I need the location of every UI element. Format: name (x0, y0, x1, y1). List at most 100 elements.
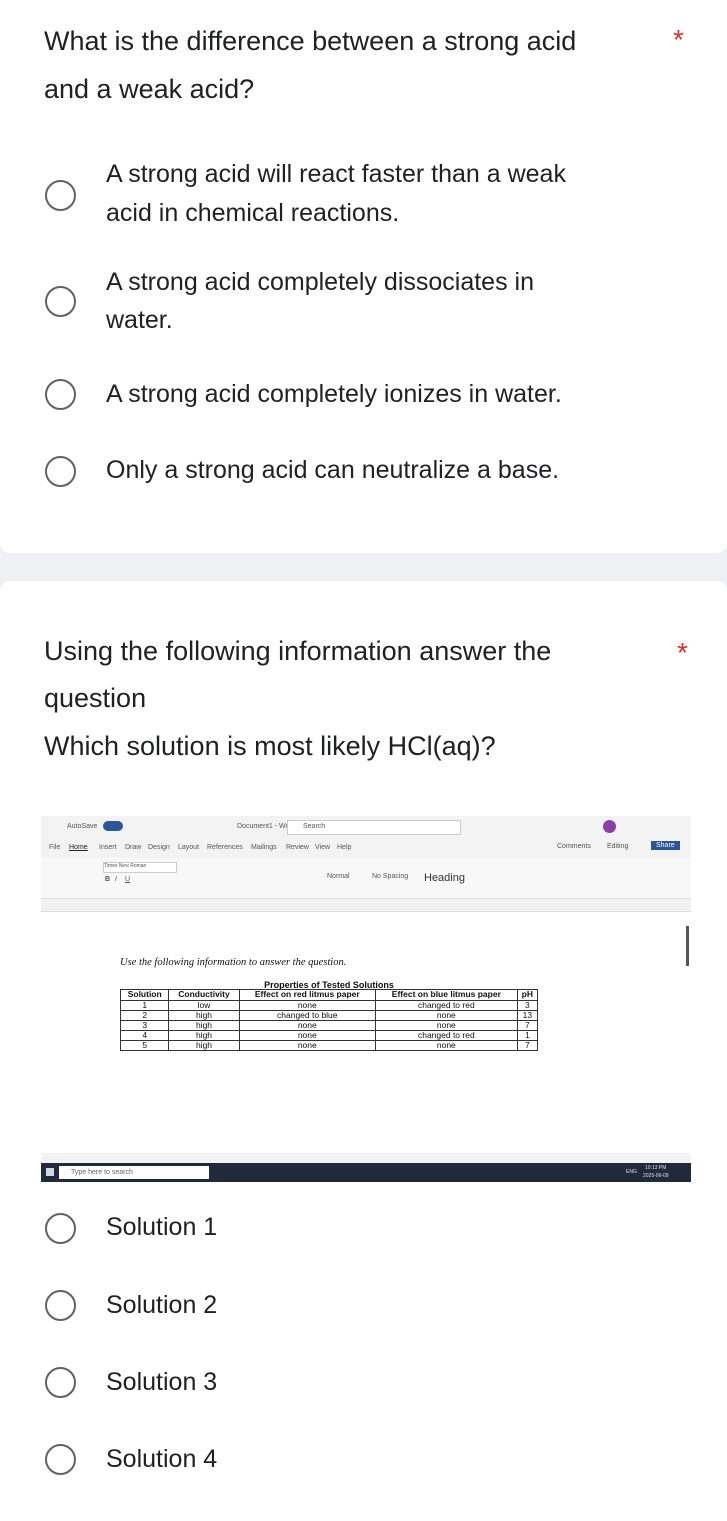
table-cell: 13 (516, 1009, 539, 1021)
radio-solution-2[interactable] (45, 1290, 76, 1321)
windows-start-icon (46, 1168, 54, 1176)
radio-solution-3[interactable] (45, 1367, 76, 1398)
menu-item-design: Design (148, 844, 170, 851)
header-red-litmus: Effect on red litmus paper (238, 989, 376, 1001)
table-cell: none (238, 1019, 376, 1031)
question-2-title-line1: Using the following information answer t… (44, 636, 552, 666)
windows-taskbar: Type here to search ENG 10:13 PM 2025-06… (41, 1163, 691, 1182)
table-cell: changed to red (374, 1029, 518, 1041)
option-1-line1[interactable]: A strong acid will react faster than a w… (106, 155, 566, 193)
word-titlebar: AutoSave Document1 - Word Search (41, 816, 691, 838)
header-ph: pH (516, 989, 539, 1001)
question-2-title-line2: question (44, 683, 147, 713)
table-cell: 7 (516, 1019, 539, 1031)
required-asterisk: * (673, 24, 684, 55)
taskbar-clock-date: 2025-06-09 (643, 1173, 669, 1179)
table-row: 5 high none none 7 (119, 1039, 539, 1051)
radio-option-1[interactable] (45, 180, 76, 211)
menu-item-references: References (207, 844, 243, 851)
radio-solution-4[interactable] (45, 1444, 76, 1475)
question-card-1: What is the difference between a strong … (0, 0, 727, 553)
table-cell: 1 (119, 999, 170, 1011)
italic-icon: I (115, 876, 117, 883)
taskbar-search: Type here to search (59, 1166, 209, 1179)
option-4-line1[interactable]: Only a strong acid can neutralize a base… (106, 451, 559, 489)
table-cell: high (168, 1029, 240, 1041)
table-cell: 5 (119, 1039, 170, 1051)
underline-icon: U (125, 876, 131, 883)
option-3-line1[interactable]: A strong acid completely ionizes in wate… (106, 375, 562, 413)
table-cell: none (238, 1039, 376, 1051)
option-1-line2[interactable]: acid in chemical reactions. (106, 194, 399, 232)
table-cell: changed to red (374, 999, 518, 1011)
option-2-line1[interactable]: A strong acid completely dissociates in (106, 263, 534, 301)
menu-item-help: Help (337, 844, 352, 851)
table-row: 2 high changed to blue none 13 (119, 1009, 539, 1021)
header-blue-litmus: Effect on blue litmus paper (374, 989, 518, 1001)
required-asterisk: * (677, 637, 688, 668)
table-cell: high (168, 1009, 240, 1021)
radio-solution-1[interactable] (45, 1213, 76, 1244)
radio-option-4[interactable] (45, 456, 76, 487)
language-indicator: ENG (626, 1169, 637, 1175)
radio-option-2[interactable] (45, 286, 76, 317)
table-cell: none (238, 1029, 376, 1041)
table-cell: 2 (119, 1009, 170, 1021)
menu-item-file: File (49, 844, 61, 851)
option-solution-2[interactable]: Solution 2 (106, 1286, 217, 1324)
table-cell: 7 (516, 1039, 539, 1051)
question-1-title-line1: What is the difference between a strong … (44, 26, 577, 56)
bold-icon: B (105, 876, 111, 883)
table-cell: 4 (119, 1029, 170, 1041)
word-ribbon: Times New Roman B I U Normal No Spacing (41, 858, 691, 899)
table-cell: low (168, 999, 240, 1011)
question-1-title-line2: and a weak acid? (44, 74, 255, 104)
table-cell: 3 (119, 1019, 170, 1031)
menu-item-view: View (315, 844, 331, 851)
properties-table: Solution Conductivity Effect on red litm… (119, 989, 539, 1051)
table-cell: high (168, 1039, 240, 1051)
question-2-subtitle: Which solution is most likely HCl(aq)? (44, 731, 496, 761)
table-row: 3 high none none 7 (119, 1019, 539, 1031)
menu-item-insert: Insert (99, 844, 117, 851)
table-cell: none (374, 1009, 518, 1021)
table-row: 1 low none changed to red 3 (119, 999, 539, 1011)
taskbar-clock-time: 10:13 PM (645, 1165, 667, 1171)
table-cell: 3 (516, 999, 539, 1011)
style-heading: Heading (424, 872, 465, 884)
autosave-toggle (103, 821, 123, 831)
style-no-spacing: No Spacing (372, 873, 409, 880)
option-solution-4[interactable]: Solution 4 (106, 1440, 217, 1478)
question-image-word-screenshot: AutoSave Document1 - Word Search File Ho… (41, 816, 691, 1182)
table-cell: high (168, 1019, 240, 1031)
menu-item-review: Review (286, 844, 309, 851)
instruction-text: Use the following information to answer … (120, 957, 347, 968)
font-name-box: Times New Roman (103, 862, 177, 873)
menu-item-mailings: Mailings (251, 844, 277, 851)
header-solution: Solution (119, 989, 170, 1001)
menu-item-home: Home (69, 844, 88, 851)
table-cell: none (374, 1019, 518, 1031)
menu-item-layout: Layout (178, 844, 200, 851)
radio-option-3[interactable] (45, 379, 76, 410)
share-button: Share (651, 841, 680, 850)
document-scrollbar (686, 926, 689, 966)
header-conductivity: Conductivity (168, 989, 240, 1001)
word-statusbar (41, 1153, 691, 1163)
editing-button: Editing (607, 843, 629, 850)
table-row: 4 high none changed to red 1 (119, 1029, 539, 1041)
table-cell: none (238, 999, 376, 1011)
menu-item-draw: Draw (125, 844, 142, 851)
title-search-label: Search (303, 823, 326, 830)
style-normal: Normal (327, 873, 350, 880)
avatar (603, 820, 616, 833)
comments-button: Comments (557, 843, 591, 850)
option-solution-1[interactable]: Solution 1 (106, 1208, 217, 1246)
table-cell: none (374, 1039, 518, 1051)
table-cell: 1 (516, 1029, 539, 1041)
word-menubar: File Home Insert Draw Design Layout Refe… (41, 838, 691, 858)
option-2-line2[interactable]: water. (106, 301, 173, 339)
option-solution-3[interactable]: Solution 3 (106, 1363, 217, 1401)
ruler (41, 899, 691, 912)
table-cell: changed to blue (238, 1009, 376, 1021)
